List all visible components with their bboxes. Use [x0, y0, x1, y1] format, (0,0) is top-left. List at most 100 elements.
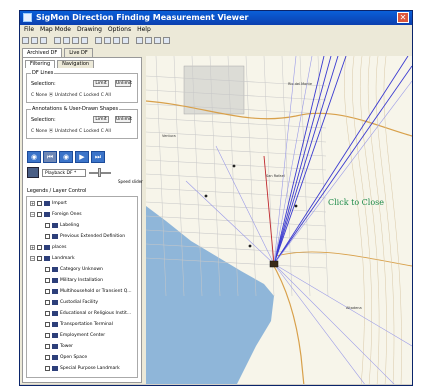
- tree-item[interactable]: Multihousehold or Transient Q...: [38, 288, 132, 295]
- legend-symbol-icon: [52, 366, 58, 371]
- tree-item-label: Category Unknown: [60, 267, 103, 272]
- pan-icon[interactable]: [81, 37, 88, 44]
- menu-help[interactable]: Help: [137, 25, 151, 35]
- info-icon[interactable]: [154, 37, 161, 44]
- tree-checkbox[interactable]: [37, 201, 42, 206]
- tree-expander-icon[interactable]: −: [30, 256, 35, 261]
- menu-file[interactable]: File: [24, 25, 34, 35]
- df-unlimit-button[interactable]: Unlimit: [115, 80, 132, 87]
- legend-symbol-icon: [52, 344, 58, 349]
- tree-item-label: Open Space: [60, 355, 88, 360]
- select-icon[interactable]: [95, 37, 102, 44]
- legend-symbol-icon: [52, 322, 58, 327]
- help-icon[interactable]: [163, 37, 170, 44]
- window-title: SigMon Direction Finding Measurement Vie…: [36, 13, 249, 22]
- tab-live-df[interactable]: Live DF: [64, 48, 93, 57]
- legend-symbol-icon: [52, 355, 58, 360]
- menu-drawing[interactable]: Drawing: [77, 25, 102, 35]
- tree-checkbox[interactable]: [45, 278, 50, 283]
- zoom-out-icon[interactable]: [72, 37, 79, 44]
- tree-item[interactable]: Custodial Facility: [38, 299, 98, 306]
- tree-item[interactable]: Educational or Religious Instit...: [38, 310, 131, 317]
- tree-checkbox[interactable]: [45, 311, 50, 316]
- tab-navigation[interactable]: Navigation: [57, 60, 95, 68]
- tree-checkbox[interactable]: [37, 256, 42, 261]
- polygon-icon[interactable]: [113, 37, 120, 44]
- tree-item[interactable]: Category Unknown: [38, 266, 103, 273]
- tree-item[interactable]: − Foreign Ones: [30, 211, 82, 218]
- stop-icon[interactable]: ◉: [59, 151, 73, 163]
- legend-symbol-icon: [44, 245, 50, 250]
- toolbar: [22, 36, 410, 46]
- df-lines-group: DF Lines Selection: Limit Unlimit C None…: [26, 70, 138, 103]
- record-icon[interactable]: ◉: [27, 151, 41, 163]
- tree-checkbox[interactable]: [45, 322, 50, 327]
- annotations-limit-button[interactable]: Limit: [93, 116, 109, 123]
- zoom-in-icon[interactable]: [63, 37, 70, 44]
- tree-item[interactable]: Labeling: [38, 222, 79, 229]
- map-canvas[interactable]: [146, 56, 412, 386]
- menu-bar: File Map Mode Drawing Options Help: [20, 25, 412, 35]
- tab-filtering[interactable]: Filtering: [25, 60, 56, 68]
- annotations-unlimit-button[interactable]: Unlimit: [115, 116, 132, 123]
- df-limit-button[interactable]: Limit: [93, 80, 109, 87]
- tree-item[interactable]: Open Space: [38, 354, 87, 361]
- tree-checkbox[interactable]: [45, 344, 50, 349]
- slider-thumb[interactable]: [98, 167, 101, 177]
- save-icon[interactable]: [40, 37, 47, 44]
- open-icon[interactable]: [31, 37, 38, 44]
- map-point: [248, 244, 252, 248]
- tree-checkbox[interactable]: [37, 212, 42, 217]
- menu-options[interactable]: Options: [108, 25, 131, 35]
- tree-item[interactable]: Previous Extended Definition: [38, 233, 125, 240]
- map-point: [204, 194, 208, 198]
- tree-checkbox[interactable]: [45, 333, 50, 338]
- tree-expander-icon[interactable]: +: [30, 245, 35, 250]
- disk-icon[interactable]: [27, 167, 39, 178]
- tree-checkbox[interactable]: [45, 355, 50, 360]
- tree-item-label: Tower: [60, 344, 74, 349]
- line-icon[interactable]: [104, 37, 111, 44]
- tree-item[interactable]: Transportation Terminal: [38, 321, 113, 328]
- sub-tabs: Filtering Navigation: [25, 60, 95, 68]
- tree-item[interactable]: Special Purpose Landmark: [38, 365, 120, 372]
- play-icon[interactable]: ▶: [75, 151, 89, 163]
- layers-icon[interactable]: [145, 37, 152, 44]
- legend-symbol-icon: [52, 289, 58, 294]
- menu-map-mode[interactable]: Map Mode: [40, 25, 71, 35]
- tree-checkbox[interactable]: [45, 289, 50, 294]
- map-view[interactable]: Rio del Monte Ventura San Rafael Altaden…: [146, 56, 412, 386]
- skip-back-icon[interactable]: ⏮: [43, 151, 57, 163]
- df-radio-group[interactable]: C None ⦿ Unlatched C Locked C All: [31, 93, 111, 99]
- tree-item[interactable]: Military Installation: [38, 277, 103, 284]
- tree-checkbox[interactable]: [45, 267, 50, 272]
- close-button[interactable]: ✕: [397, 12, 409, 23]
- tree-checkbox[interactable]: [45, 234, 50, 239]
- tree-item[interactable]: − Landmark: [30, 255, 75, 262]
- ruler-icon[interactable]: [136, 37, 143, 44]
- tree-item-label: Foreign Ones: [52, 212, 82, 217]
- tree-checkbox[interactable]: [37, 245, 42, 250]
- tree-checkbox[interactable]: [45, 300, 50, 305]
- title-bar[interactable]: SigMon Direction Finding Measurement Vie…: [20, 11, 412, 25]
- tree-item-label: Custodial Facility: [60, 300, 98, 305]
- playback-combo[interactable]: Playback DF *: [42, 168, 86, 177]
- tree-item-label: Import: [52, 201, 67, 206]
- measure-icon[interactable]: [122, 37, 129, 44]
- tree-checkbox[interactable]: [45, 223, 50, 228]
- tree-item[interactable]: + places: [30, 244, 66, 251]
- click-to-close-label[interactable]: Click to Close: [328, 198, 384, 207]
- tree-expander-icon[interactable]: −: [30, 212, 35, 217]
- skip-forward-icon[interactable]: ⏭: [91, 151, 105, 163]
- speed-slider[interactable]: [89, 167, 111, 177]
- tree-expander-icon[interactable]: +: [30, 201, 35, 206]
- tree-item[interactable]: Tower: [38, 343, 73, 350]
- tree-checkbox[interactable]: [45, 366, 50, 371]
- toolbar-separator: [131, 37, 134, 44]
- tree-item[interactable]: Employment Center: [38, 332, 105, 339]
- tree-item[interactable]: + Import: [30, 200, 67, 207]
- annotations-radio-group[interactable]: C None ⦿ Unlatched C Locked C All: [31, 129, 111, 135]
- print-icon[interactable]: [54, 37, 61, 44]
- new-icon[interactable]: [22, 37, 29, 44]
- tab-archived-df[interactable]: Archived DF: [22, 48, 63, 57]
